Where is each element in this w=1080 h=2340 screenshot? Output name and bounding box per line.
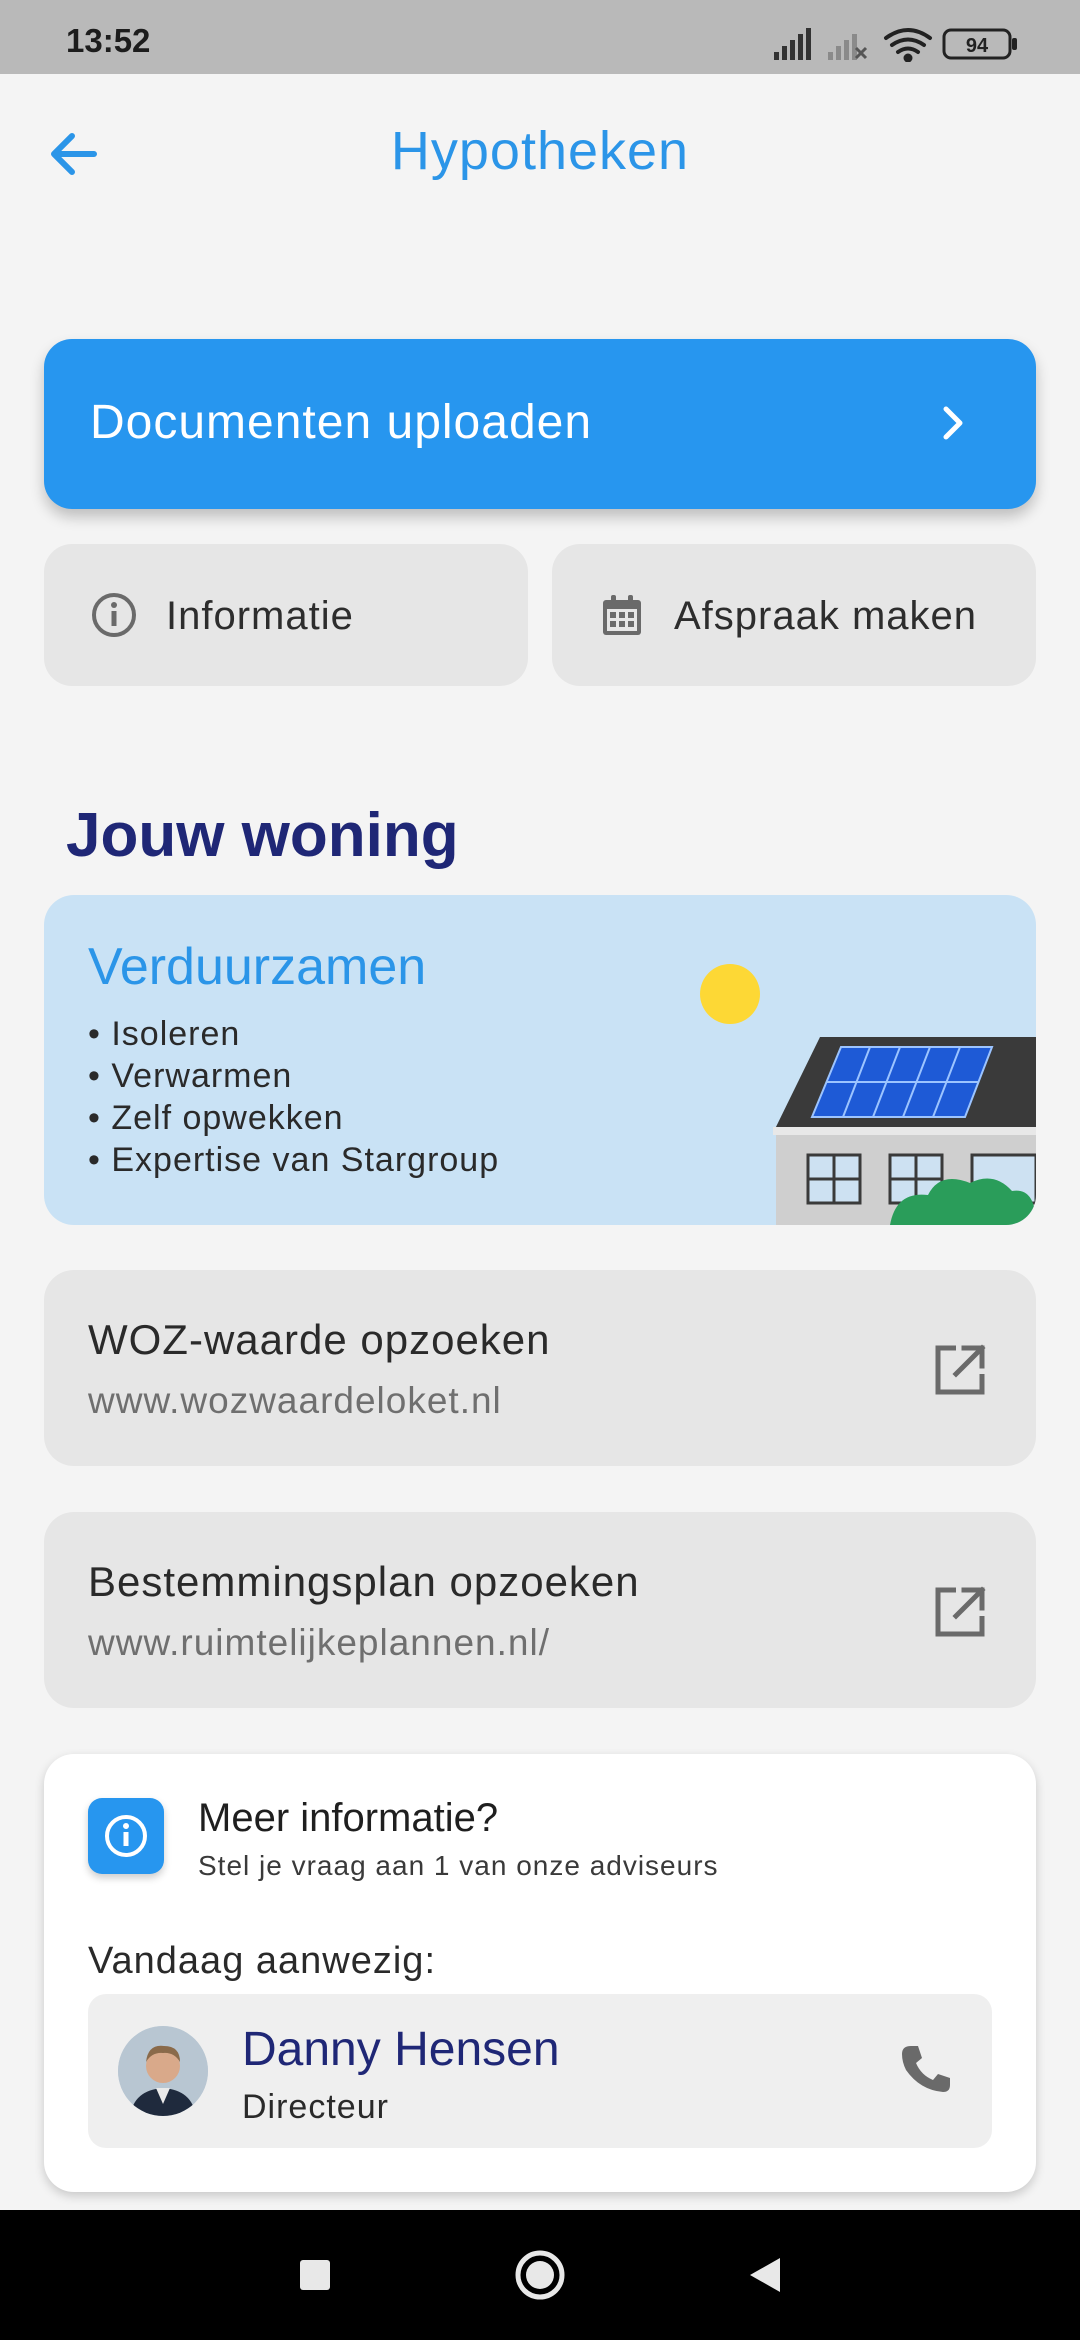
zoning-plan-lookup-card[interactable]: Bestemmingsplan opzoeken www.ruimtelijke… (44, 1512, 1036, 1708)
woz-lookup-title: WOZ-waarde opzoeken (88, 1316, 551, 1363)
information-button[interactable]: Informatie (44, 544, 528, 686)
recents-icon[interactable] (286, 2246, 344, 2304)
sustainability-list: Isoleren Verwarmen Zelf opwekken Experti… (88, 1013, 499, 1181)
zoning-plan-url: www.ruimtelijkeplannen.nl/ (88, 1622, 550, 1663)
information-label: Informatie (166, 594, 354, 638)
make-appointment-button[interactable]: Afspraak maken (552, 544, 1036, 686)
wifi-icon (884, 28, 932, 62)
info-icon (88, 1798, 164, 1874)
app-header: Hypotheken (0, 74, 1080, 234)
woz-lookup-card[interactable]: WOZ-waarde opzoeken www.wozwaardeloket.n… (44, 1270, 1036, 1466)
back-icon[interactable] (736, 2246, 794, 2304)
zoning-plan-title: Bestemmingsplan opzoeken (88, 1558, 640, 1605)
external-link-icon (935, 1586, 986, 1637)
advisor-name: Danny Hensen (242, 2023, 560, 2076)
status-time: 13:52 (66, 22, 151, 59)
system-navigation-bar (0, 2210, 1080, 2340)
woz-lookup-url: www.wozwaardeloket.nl (88, 1380, 502, 1421)
status-bar: 13:52 94 (0, 0, 1080, 74)
present-today-label: Vandaag aanwezig: (88, 1940, 436, 1982)
advisor-row[interactable]: Danny Hensen Directeur (88, 1994, 992, 2148)
chevron-right-icon (943, 406, 963, 440)
calendar-icon (603, 595, 641, 635)
sustainability-title: Verduurzamen (88, 938, 427, 996)
more-information-subtitle: Stel je vraag aan 1 van onze adviseurs (198, 1850, 719, 1881)
avatar (118, 2026, 208, 2116)
list-item: Isoleren (88, 1013, 499, 1055)
status-icons: 94 (774, 28, 1017, 62)
list-item: Zelf opwekken (88, 1097, 499, 1139)
upload-documents-label: Documenten uploaden (90, 396, 593, 449)
page-title: Hypotheken (390, 121, 690, 181)
signal-icon (774, 28, 811, 60)
list-item: Expertise van Stargroup (88, 1139, 499, 1181)
signal-off-icon (828, 34, 868, 60)
svg-text:94: 94 (966, 35, 989, 57)
more-information-title: Meer informatie? (198, 1796, 499, 1840)
battery-icon: 94 (942, 28, 1017, 60)
home-icon[interactable] (511, 2246, 569, 2304)
make-appointment-label: Afspraak maken (674, 594, 978, 638)
external-link-icon (935, 1344, 986, 1395)
list-item: Verwarmen (88, 1055, 499, 1097)
advisor-role: Directeur (242, 2088, 389, 2126)
sustainability-card[interactable]: Verduurzamen Isoleren Verwarmen Zelf opw… (44, 895, 1036, 1225)
info-icon (92, 593, 136, 637)
section-title: Jouw woning (66, 801, 459, 870)
upload-documents-button[interactable]: Documenten uploaden (44, 339, 1036, 509)
phone-icon[interactable] (894, 2040, 956, 2102)
more-information-card: Meer informatie? Stel je vraag aan 1 van… (44, 1754, 1036, 2192)
